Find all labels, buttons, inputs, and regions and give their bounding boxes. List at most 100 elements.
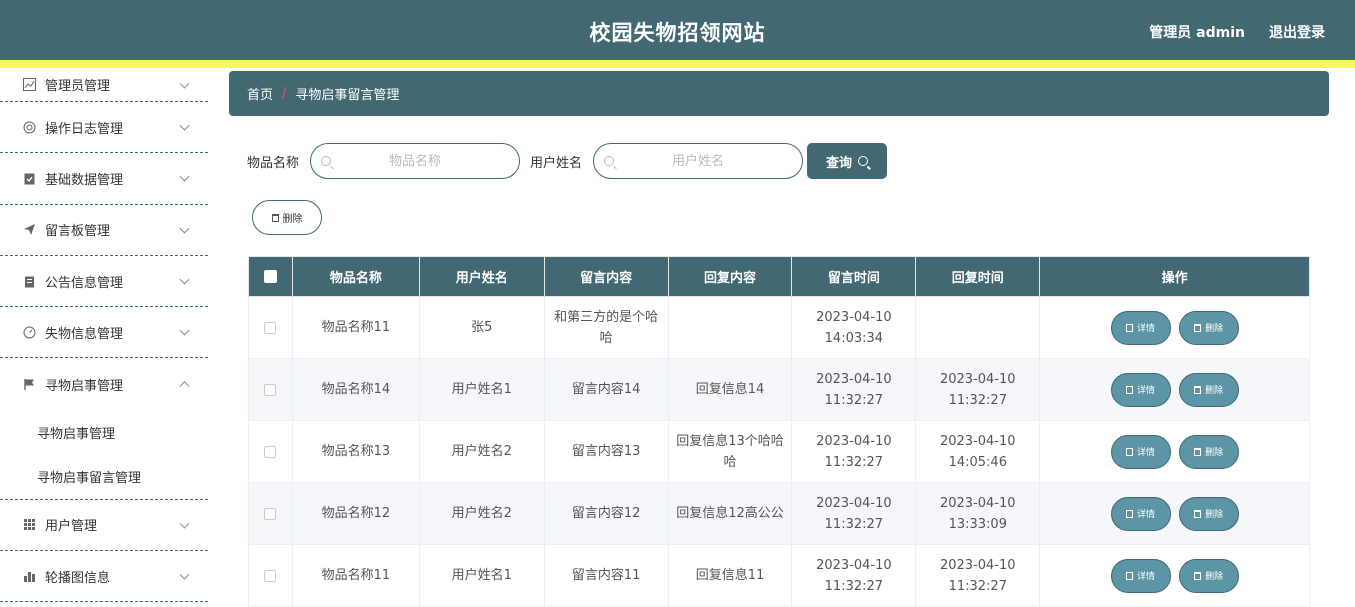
document-icon: [1126, 509, 1134, 518]
chevron-down-icon: [179, 518, 190, 529]
document-icon: [1126, 447, 1134, 456]
search-icon: [321, 156, 332, 166]
search-icon: [604, 156, 615, 166]
user-name-input[interactable]: [594, 144, 803, 178]
row-checkbox[interactable]: [264, 321, 277, 334]
sidebar-item-lost-items[interactable]: 失物信息管理: [0, 307, 208, 359]
detail-label: 详情: [1137, 509, 1156, 520]
chevron-down-icon: [179, 78, 190, 89]
detail-button[interactable]: 详情: [1110, 434, 1171, 469]
column-header: 留言内容: [543, 256, 669, 297]
sidebar-item-notices[interactable]: 公告信息管理: [0, 256, 208, 308]
search-bar: 物品名称 用户姓名: [247, 143, 813, 179]
delete-button[interactable]: 删除: [1178, 496, 1239, 531]
user-name-label: 用户姓名: [530, 155, 583, 171]
delete-button[interactable]: 删除: [1178, 434, 1239, 469]
sidebar-item-label: 公告信息管理: [45, 275, 124, 291]
sidebar-subitem-search-notice-messages[interactable]: 寻物启事留言管理: [0, 455, 208, 500]
chevron-down-icon: [179, 223, 190, 234]
detail-button[interactable]: 详情: [1110, 558, 1171, 593]
batch-delete-label: 删除: [282, 214, 303, 225]
chevron-up-icon: [179, 381, 190, 392]
sidebar-item-log[interactable]: 操作日志管理: [0, 102, 208, 154]
chevron-down-icon: [179, 569, 190, 580]
delete-button[interactable]: 删除: [1178, 310, 1239, 345]
accent-bar: [0, 60, 1355, 68]
column-header: 用户姓名: [418, 256, 545, 297]
detail-button[interactable]: 详情: [1110, 310, 1171, 345]
table-row: 物品名称13 用户姓名2 留言内容13 回复信息13个哈哈哈 2023-04-1…: [248, 420, 1310, 483]
cell-message-time: 2023-04-10 14:03:34: [791, 296, 917, 359]
sidebar-item-label: 基础数据管理: [45, 172, 124, 188]
select-all-checkbox[interactable]: [263, 270, 277, 283]
chevron-down-icon: [179, 172, 190, 182]
sidebar-item-search-notices[interactable]: 寻物启事管理: [0, 358, 208, 409]
table-row: 物品名称11 张5 和第三方的是个哈哈 2023-04-10 14:03:34 …: [248, 296, 1310, 359]
row-checkbox[interactable]: [264, 569, 277, 582]
detail-label: 详情: [1137, 447, 1156, 458]
delete-label: 删除: [1205, 385, 1224, 396]
sidebar: 管理员管理 操作日志管理 基础数据管理 留言板管理 公告信息管理 失物信息管理: [0, 68, 208, 604]
column-header: 留言时间: [791, 256, 917, 297]
table-header-row: 物品名称 用户姓名 留言内容 回复内容 留言时间 回复时间 操作: [248, 256, 1310, 297]
cell-reply: 回复信息14: [667, 358, 793, 421]
cell-actions: 详情 删除: [1039, 358, 1310, 421]
detail-label: 详情: [1137, 323, 1156, 334]
table-row: 物品名称11 用户姓名1 留言内容11 回复信息11 2023-04-10 11…: [248, 544, 1310, 607]
table-row: 物品名称12 用户姓名2 留言内容12 回复信息12高公公 2023-04-10…: [248, 482, 1310, 545]
sidebar-item-messages[interactable]: 留言板管理: [0, 205, 208, 256]
sidebar-subitem-search-notices[interactable]: 寻物启事管理: [0, 410, 208, 455]
batch-delete-button[interactable]: 删除: [252, 200, 322, 235]
cell-message: 留言内容12: [543, 482, 669, 545]
sidebar-item-carousel[interactable]: 轮播图信息: [0, 551, 208, 603]
sidebar-item-users[interactable]: 用户管理: [0, 500, 208, 552]
row-checkbox[interactable]: [264, 445, 277, 458]
cell-message: 留言内容14: [543, 358, 669, 421]
cell-message-time: 2023-04-10 11:32:27: [791, 358, 917, 421]
delete-button[interactable]: 删除: [1178, 558, 1239, 593]
row-checkbox[interactable]: [264, 507, 277, 520]
cell-reply-time: 2023-04-10 11:32:27: [915, 358, 1041, 421]
cell-user: 用户姓名2: [418, 482, 545, 545]
current-user: 管理员 admin: [1149, 25, 1245, 41]
top-header: 校园失物招领网站 管理员 admin 退出登录: [0, 0, 1355, 60]
sidebar-item-label: 失物信息管理: [45, 326, 124, 342]
sidebar-item-label: 寻物启事管理: [45, 378, 124, 394]
cell-reply-time: 2023-04-10 14:05:46: [915, 420, 1041, 483]
lifebuoy-icon: [22, 120, 36, 134]
item-name-label: 物品名称: [247, 155, 300, 171]
logout-link[interactable]: 退出登录: [1269, 22, 1325, 42]
breadcrumb-home[interactable]: 首页: [247, 84, 273, 103]
delete-button[interactable]: 删除: [1178, 372, 1239, 407]
query-button[interactable]: 查询: [807, 143, 887, 179]
column-header: 操作: [1039, 256, 1310, 297]
delete-label: 删除: [1205, 323, 1224, 334]
cell-user: 用户姓名2: [418, 420, 545, 483]
cell-reply: 回复信息13个哈哈哈: [667, 420, 793, 483]
sidebar-item-base-data[interactable]: 基础数据管理: [0, 153, 208, 205]
detail-button[interactable]: 详情: [1110, 372, 1171, 407]
cell-message: 和第三方的是个哈哈: [543, 296, 669, 359]
flag-icon: [22, 377, 36, 391]
sidebar-item-admin[interactable]: 管理员管理: [0, 68, 208, 102]
query-button-label: 查询: [825, 154, 852, 170]
delete-label: 删除: [1205, 447, 1224, 458]
cell-actions: 详情 删除: [1039, 482, 1310, 545]
chevron-down-icon: [179, 274, 190, 285]
select-all-cell: [248, 256, 293, 297]
breadcrumb-separator: /: [282, 86, 287, 101]
sidebar-item-label: 留言板管理: [45, 224, 111, 240]
trash-icon: [1194, 447, 1202, 456]
delete-label: 删除: [1205, 571, 1224, 582]
cell-user: 用户姓名1: [418, 358, 545, 421]
item-name-input[interactable]: [311, 144, 520, 178]
item-name-field: [310, 143, 521, 179]
messages-table: 物品名称 用户姓名 留言内容 回复内容 留言时间 回复时间 操作 物品名称11 …: [248, 256, 1310, 607]
row-checkbox[interactable]: [264, 383, 277, 396]
detail-button[interactable]: 详情: [1110, 496, 1171, 531]
cell-item: 物品名称14: [291, 358, 420, 421]
cell-message: 留言内容11: [543, 544, 669, 607]
cell-actions: 详情 删除: [1039, 544, 1310, 607]
cell-reply: 回复信息11: [667, 544, 793, 607]
bar-chart-icon: [22, 569, 36, 583]
